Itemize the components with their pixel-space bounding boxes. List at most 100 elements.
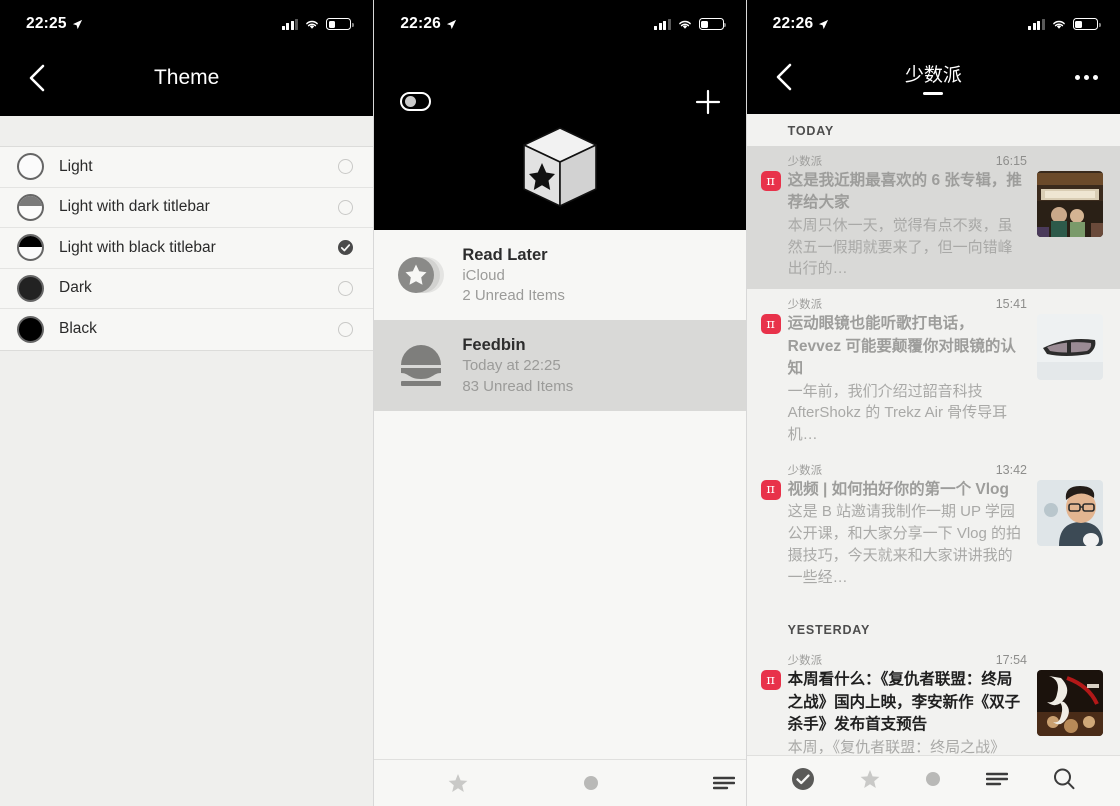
starred-button[interactable] xyxy=(859,768,881,790)
toolbar-mid xyxy=(374,759,746,806)
status-time: 22:25 xyxy=(26,15,83,33)
article-feed-name: 少数派 xyxy=(787,156,823,168)
sspai-icon: π xyxy=(760,670,781,691)
article-feed-name: 少数派 xyxy=(787,464,823,477)
theme-option-label: Light xyxy=(59,157,93,175)
status-time-text: 22:25 xyxy=(26,15,67,32)
location-arrow-icon xyxy=(446,19,457,29)
article-content: 少数派 15:41 运动眼镜也能听歌打电话，Revvez 可能要颠覆你对眼镜的认… xyxy=(788,296,1027,446)
back-button[interactable] xyxy=(14,55,60,101)
article-feed-name: 少数派 xyxy=(787,655,823,668)
article-time: 13:42 xyxy=(995,462,1027,477)
album-photo-thumb xyxy=(1036,171,1103,237)
more-dots-icon[interactable] xyxy=(1074,74,1098,80)
article-feed-name: 少数派 xyxy=(787,299,823,312)
home-indicator-right xyxy=(746,802,1120,806)
accounts-header xyxy=(374,40,746,230)
account-row-read-later[interactable]: Read Later iCloud 2 Unread Items xyxy=(374,230,745,320)
three-panel-screenshot: 22:25 Theme Light Light with dark titleb… xyxy=(0,0,1120,806)
sunglasses-photo-thumb xyxy=(1036,314,1103,381)
account-unread-count: 83 Unread Items xyxy=(462,377,574,395)
article-title: 运动眼镜也能听歌打电话，Revvez 可能要颠覆你对眼镜的认知 xyxy=(787,315,1016,378)
title-underline xyxy=(923,91,944,95)
swatch-light-black-bar-icon xyxy=(17,234,44,262)
article-snippet: 本周只休一天，觉得有点不爽，虽然五一假期就要来了，但一向错峰出行的… xyxy=(787,216,1013,278)
article-row[interactable]: π 少数派 15:41 运动眼镜也能听歌打电话，Revvez 可能要颠覆你对眼镜… xyxy=(747,289,1120,455)
article-row[interactable]: π 少数派 13:42 视频 | 如何拍好你的第一个 Vlog 这是 B 站邀请… xyxy=(747,455,1120,597)
theme-option-light-dark-titlebar[interactable]: Light with dark titlebar xyxy=(0,188,374,228)
article-content: 少数派 13:42 视频 | 如何拍好你的第一个 Vlog 这是 B 站邀请我制… xyxy=(788,462,1027,588)
wifi-icon xyxy=(678,20,691,29)
theme-options-area: Light Light with dark titlebar Light wit… xyxy=(0,116,374,806)
article-thumbnail xyxy=(1036,171,1103,237)
account-name: Read Later xyxy=(462,246,548,264)
theme-option-label: Black xyxy=(59,320,97,338)
starred-button[interactable] xyxy=(447,772,469,794)
article-content: 少数派 16:15 这是我近期最喜欢的 6 张专辑，推荐给大家 本周只休一天，觉… xyxy=(788,153,1027,280)
account-text: Read Later iCloud 2 Unread Items xyxy=(462,244,565,306)
account-text: Feedbin Today at 22:25 83 Unread Items xyxy=(462,334,573,396)
navigation-bar-left: Theme xyxy=(0,40,374,116)
article-title: 视频 | 如何拍好你的第一个 Vlog xyxy=(787,480,1009,498)
article-snippet: 一年前，我们介绍过韶音科技 AfterShokz 的 Trekz Air 骨传导… xyxy=(787,382,1008,444)
location-arrow-icon xyxy=(819,19,829,29)
mark-read-button[interactable] xyxy=(791,767,815,791)
search-button[interactable] xyxy=(1052,767,1076,791)
signal-bars-icon xyxy=(281,18,299,30)
radio-unselected-icon[interactable] xyxy=(338,199,354,215)
theme-option-label: Dark xyxy=(59,279,92,297)
swatch-light-dark-bar-icon xyxy=(17,193,44,221)
theme-option-label: Light with black titlebar xyxy=(59,238,216,256)
section-header-today: TODAY xyxy=(787,124,835,138)
account-unread-count: 2 Unread Items xyxy=(462,287,565,305)
article-list: TODAY π 少数派 16:15 这是我近期最喜欢的 6 张专辑，推荐给大家 … xyxy=(746,114,1120,755)
panel-accounts: 22:26 Read Later iCloud 2 Unread Items F… xyxy=(373,0,747,806)
all-articles-button[interactable] xyxy=(712,774,735,792)
radio-selected-icon[interactable] xyxy=(338,240,354,256)
unread-button[interactable] xyxy=(583,775,599,791)
panel-theme-settings: 22:25 Theme Light Light with dark titleb… xyxy=(0,0,374,806)
signal-bars-icon xyxy=(1028,18,1045,30)
battery-icon xyxy=(1072,18,1101,30)
unread-button[interactable] xyxy=(925,771,941,787)
article-row[interactable]: π 少数派 17:54 本周看什么：《复仇者联盟：终局之战》国内上映，李安新作《… xyxy=(747,645,1120,755)
status-time: 22:26 xyxy=(400,15,457,33)
wifi-icon xyxy=(1053,20,1065,29)
swatch-dark-icon xyxy=(17,274,44,302)
theme-option-dark[interactable]: Dark xyxy=(0,269,374,309)
status-time-text: 22:26 xyxy=(772,15,814,32)
wifi-icon xyxy=(306,20,319,29)
battery-icon xyxy=(326,18,354,30)
theme-option-black[interactable]: Black xyxy=(0,309,373,350)
back-button[interactable] xyxy=(761,54,807,100)
sspai-icon: π xyxy=(760,479,781,500)
cube-star-logo-icon xyxy=(523,127,597,207)
theme-option-light-black-titlebar[interactable]: Light with black titlebar xyxy=(0,228,374,269)
theme-option-light[interactable]: Light xyxy=(0,147,374,188)
radio-unselected-icon[interactable] xyxy=(338,321,354,337)
plus-icon[interactable] xyxy=(694,88,722,116)
sspai-icon: π xyxy=(760,314,781,335)
radio-unselected-icon[interactable] xyxy=(338,159,354,175)
toolbar-right xyxy=(746,755,1120,802)
article-thumbnail xyxy=(1036,314,1103,381)
status-bar-left: 22:25 xyxy=(0,0,374,40)
chevron-left-icon xyxy=(29,64,45,92)
status-time: 22:26 xyxy=(773,15,830,33)
article-row[interactable]: π 少数派 16:15 这是我近期最喜欢的 6 张专辑，推荐给大家 本周只休一天… xyxy=(746,146,1120,290)
status-bar-mid: 22:26 xyxy=(374,0,746,40)
signal-bars-icon xyxy=(654,18,671,30)
status-bar-right: 22:26 xyxy=(746,0,1120,40)
battery-icon xyxy=(698,18,727,30)
toggle-switch-icon[interactable] xyxy=(400,92,432,111)
feedbin-icon xyxy=(401,345,442,387)
article-title: 这是我近期最喜欢的 6 张专辑，推荐给大家 xyxy=(787,172,1022,212)
radio-unselected-icon[interactable] xyxy=(338,280,354,296)
account-row-feedbin[interactable]: Feedbin Today at 22:25 83 Unread Items xyxy=(374,320,746,411)
article-thumbnail xyxy=(1036,670,1103,737)
movie-poster-thumb xyxy=(1036,670,1103,737)
all-articles-button[interactable] xyxy=(985,770,1008,788)
chevron-left-icon xyxy=(776,63,791,91)
account-source: iCloud xyxy=(462,267,505,285)
vlogger-photo-thumb xyxy=(1036,479,1103,546)
